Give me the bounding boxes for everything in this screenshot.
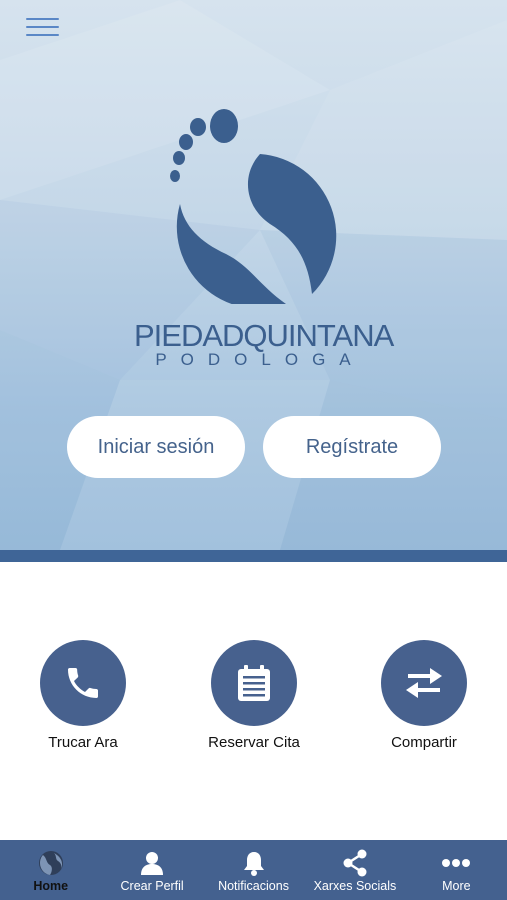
brand-name: PIEDADQUINTANA: [134, 318, 394, 353]
calendar-icon: [238, 665, 270, 701]
tab-notifications[interactable]: Notificacions: [203, 840, 304, 900]
hamburger-menu-icon[interactable]: [26, 16, 62, 40]
tab-social-networks[interactable]: Xarxes Socials: [304, 840, 405, 900]
bell-icon: [243, 852, 264, 876]
more-dots-icon: [442, 859, 471, 867]
hero-banner: PIEDADQUINTANA PODOLOGA Iniciar sesión R…: [0, 0, 507, 550]
call-circle: [40, 640, 126, 726]
book-appointment-label: Reservar Cita: [208, 734, 300, 751]
call-now-label: Trucar Ara: [48, 734, 118, 751]
share-nodes-icon: [343, 849, 367, 877]
tab-create-profile-label: Crear Perfil: [120, 879, 184, 893]
tab-notifications-label: Notificacions: [218, 879, 289, 893]
register-button[interactable]: Regístrate: [263, 416, 441, 478]
tab-more-label: More: [442, 879, 471, 893]
brand-subtitle: PODOLOGA: [155, 350, 365, 369]
tab-more[interactable]: More: [406, 840, 507, 900]
bottom-tab-bar: Home Crear Perfil Notificacions Xarxes S…: [0, 840, 507, 900]
share-button[interactable]: Compartir: [354, 640, 494, 751]
tab-home[interactable]: Home: [0, 840, 101, 900]
hero-divider: [0, 550, 507, 562]
share-circle: [381, 640, 467, 726]
phone-icon: [68, 668, 98, 698]
footprint-logo-icon: [170, 109, 337, 304]
home-globe-icon: [38, 851, 63, 875]
share-arrows-icon: [406, 668, 442, 698]
share-label: Compartir: [391, 734, 457, 751]
user-icon: [141, 852, 164, 875]
book-appointment-button[interactable]: Reservar Cita: [184, 640, 324, 751]
login-button[interactable]: Iniciar sesión: [67, 416, 245, 478]
tab-create-profile[interactable]: Crear Perfil: [101, 840, 202, 900]
tab-home-label: Home: [33, 879, 69, 893]
book-circle: [211, 640, 297, 726]
call-now-button[interactable]: Trucar Ara: [13, 640, 153, 751]
tab-social-networks-label: Xarxes Socials: [313, 879, 397, 893]
